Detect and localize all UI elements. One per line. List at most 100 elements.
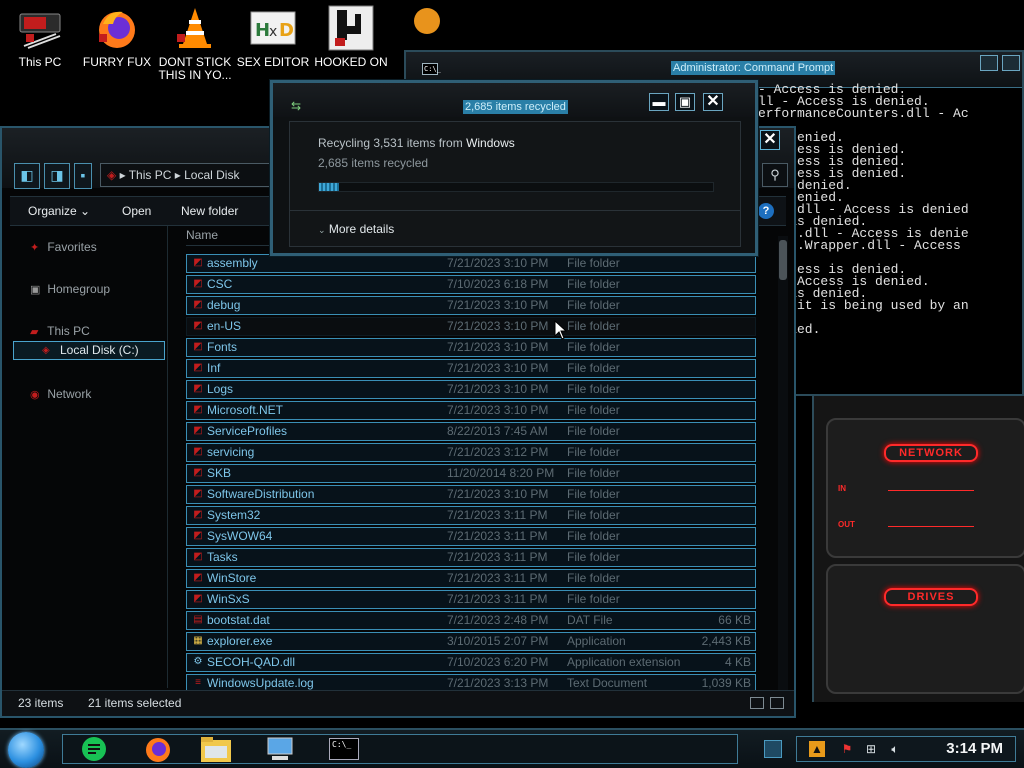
organize-button[interactable]: Organize ⌄ (28, 204, 90, 218)
recycle-titlebar[interactable]: ⇆ 2,685 items recycled ▬ ▣ ✕ (273, 83, 755, 117)
open-button[interactable]: Open (122, 204, 151, 218)
folder-icon: ◩ (193, 257, 203, 268)
file-date: 7/21/2023 3:11 PM (447, 550, 548, 564)
file-row[interactable]: ▦ explorer.exe 3/10/2015 2:07 PM Applicatio… (186, 632, 756, 651)
file-name: Inf (207, 361, 221, 375)
column-header-name[interactable]: Name (186, 228, 218, 242)
file-type: File folder (567, 445, 620, 459)
clock[interactable]: 3:14 PM (946, 740, 1003, 757)
new-folder-button[interactable]: New folder (181, 204, 238, 218)
folder-icon: ◩ (193, 467, 203, 478)
remote-desktop-icon[interactable] (258, 732, 302, 766)
file-row[interactable]: ◩ Fonts 7/21/2023 3:10 PM File folder (186, 338, 756, 357)
file-date: 7/21/2023 2:48 PM (447, 613, 549, 627)
file-type: File folder (567, 424, 620, 438)
command-prompt-icon[interactable]: C:\_ (322, 732, 366, 766)
file-date: 7/10/2023 6:20 PM (447, 655, 549, 669)
file-row[interactable]: ◩ WinSxS 7/21/2023 3:11 PM File folder (186, 590, 756, 609)
cmd-title: Administrator: Command Prompt (671, 61, 836, 75)
explorer-close-button[interactable]: ✕ (760, 130, 780, 150)
cmd-close-button[interactable] (1002, 55, 1020, 71)
breadcrumb-local-disk[interactable]: Local Disk (184, 168, 239, 182)
file-row[interactable]: ◩ CSC 7/10/2023 6:18 PM File folder (186, 275, 756, 294)
file-date: 7/21/2023 3:11 PM (447, 529, 548, 543)
show-desktop-icon[interactable] (764, 740, 782, 758)
search-icon[interactable]: ⚲ (762, 163, 788, 187)
desktop-icon-sex-editor[interactable]: HxD SEX EDITOR (233, 4, 313, 69)
chevron-down-icon: ⌄ (318, 225, 326, 235)
file-row[interactable]: ◩ WinStore 7/21/2023 3:11 PM File folder (186, 569, 756, 588)
app-tray-icon[interactable]: ▲ (809, 741, 825, 757)
nav-homegroup[interactable]: ▣ Homegroup (30, 282, 110, 296)
recycle-source-link[interactable]: Windows (466, 136, 515, 150)
more-details-toggle[interactable]: ⌄ More details (318, 222, 394, 236)
cmd-window-buttons (980, 55, 1020, 71)
desktop-icon-furry-fux[interactable]: FURRY FUX (77, 4, 157, 69)
file-type: File folder (567, 298, 620, 312)
file-row[interactable]: ◩ servicing 7/21/2023 3:12 PM File folder (186, 443, 756, 462)
file-row[interactable]: ◩ Logs 7/21/2023 3:10 PM File folder (186, 380, 756, 399)
start-button[interactable] (8, 732, 44, 768)
dat-file-icon: ▤ (193, 614, 203, 625)
help-icon[interactable]: ? (758, 203, 774, 219)
desktop-icon-dont-stick[interactable]: DONT STICK THIS IN YO... (155, 4, 235, 82)
details-view-icon[interactable] (750, 697, 764, 709)
close-icon[interactable]: ✕ (703, 93, 723, 111)
minimize-button[interactable]: ▬ (649, 93, 669, 111)
svg-text:x: x (269, 24, 277, 40)
nav-this-pc[interactable]: ▰ This PC (30, 324, 90, 338)
file-row[interactable]: ◩ System32 7/21/2023 3:11 PM File folder (186, 506, 756, 525)
file-date: 7/21/2023 3:11 PM (447, 571, 548, 585)
file-name: SysWOW64 (207, 529, 273, 543)
back-button[interactable]: ◧ (14, 163, 40, 189)
recycle-count-text: 2,685 items recycled (318, 156, 429, 170)
nav-network[interactable]: ◉ Network (30, 387, 91, 401)
file-row[interactable]: ◩ SKB 11/20/2014 8:20 PM File folder (186, 464, 756, 483)
file-explorer-icon[interactable] (194, 732, 238, 766)
network-in-graph (888, 490, 974, 491)
file-row[interactable]: ◩ ServiceProfiles 8/22/2013 7:45 AM File fo… (186, 422, 756, 441)
file-row[interactable]: ◩ Inf 7/21/2023 3:10 PM File folder (186, 359, 756, 378)
vertical-scrollbar[interactable] (778, 236, 788, 690)
volume-icon[interactable]: 🔈︎ (887, 741, 903, 757)
drives-gadget: DRIVES (826, 564, 1024, 694)
action-center-icon[interactable]: ⚑ (839, 741, 855, 757)
file-row[interactable]: ◩ assembly 7/21/2023 3:10 PM File folder (186, 254, 756, 273)
address-bar[interactable]: ◈ ▸ This PC ▸ Local Disk (100, 163, 270, 187)
notes-app-icon[interactable] (72, 732, 116, 766)
drive-icon: ◈ (107, 168, 117, 182)
recycle-progress-dialog[interactable]: ⇆ 2,685 items recycled ▬ ▣ ✕ Recycling 3… (270, 80, 758, 256)
file-row[interactable]: ◩ en-US 7/21/2023 3:10 PM File folder (186, 317, 756, 336)
explorer-exe-icon: ▦ (193, 635, 203, 646)
breadcrumb-this-pc[interactable]: This PC (129, 168, 172, 182)
large-icons-view-icon[interactable] (770, 697, 784, 709)
file-row[interactable]: ◩ SoftwareDistribution 7/21/2023 3:10 PM Fi… (186, 485, 756, 504)
maximize-button[interactable]: ▣ (675, 93, 695, 111)
file-row[interactable]: ◩ SysWOW64 7/21/2023 3:11 PM File folder (186, 527, 756, 546)
network-gadget: NETWORK IN OUT (826, 418, 1024, 558)
file-name: servicing (207, 445, 255, 459)
nav-favorites[interactable]: ✦ Favorites (30, 240, 97, 254)
file-row[interactable]: ▤ bootstat.dat 7/21/2023 2:48 PM DAT File 66… (186, 611, 756, 630)
partial-desktop-icon[interactable] (414, 8, 440, 34)
cmd-restore-button[interactable] (980, 55, 998, 71)
network-icon[interactable]: ⊞ (863, 741, 879, 757)
file-name: explorer.exe (207, 634, 273, 648)
file-date: 7/21/2023 3:12 PM (447, 445, 549, 459)
forward-button[interactable]: ◨ (44, 163, 70, 189)
file-row[interactable]: ◩ Microsoft.NET 7/21/2023 3:10 PM File fold… (186, 401, 756, 420)
desktop-icon-this-pc[interactable]: This PC (0, 4, 80, 69)
firefox-icon[interactable] (136, 732, 180, 766)
file-row[interactable]: ◩ debug 7/21/2023 3:10 PM File folder (186, 296, 756, 315)
folder-icon: ◩ (193, 551, 203, 562)
nav-local-disk[interactable]: ◈ Local Disk (C:) (13, 341, 165, 360)
file-type: File folder (567, 508, 620, 522)
file-row[interactable]: ⚙ SECOH-QAD.dll 7/10/2023 6:20 PM Applicati… (186, 653, 756, 672)
desktop-icon-hooked-on[interactable]: HOOKED ON (311, 4, 391, 69)
folder-icon: ◩ (193, 425, 203, 436)
file-type: File folder (567, 340, 620, 354)
recycle-status-text: Recycling 3,531 items from Windows (318, 136, 515, 150)
recent-locations-button[interactable]: ▪ (74, 163, 92, 189)
scrollbar-thumb[interactable] (779, 240, 787, 280)
file-row[interactable]: ◩ Tasks 7/21/2023 3:11 PM File folder (186, 548, 756, 567)
